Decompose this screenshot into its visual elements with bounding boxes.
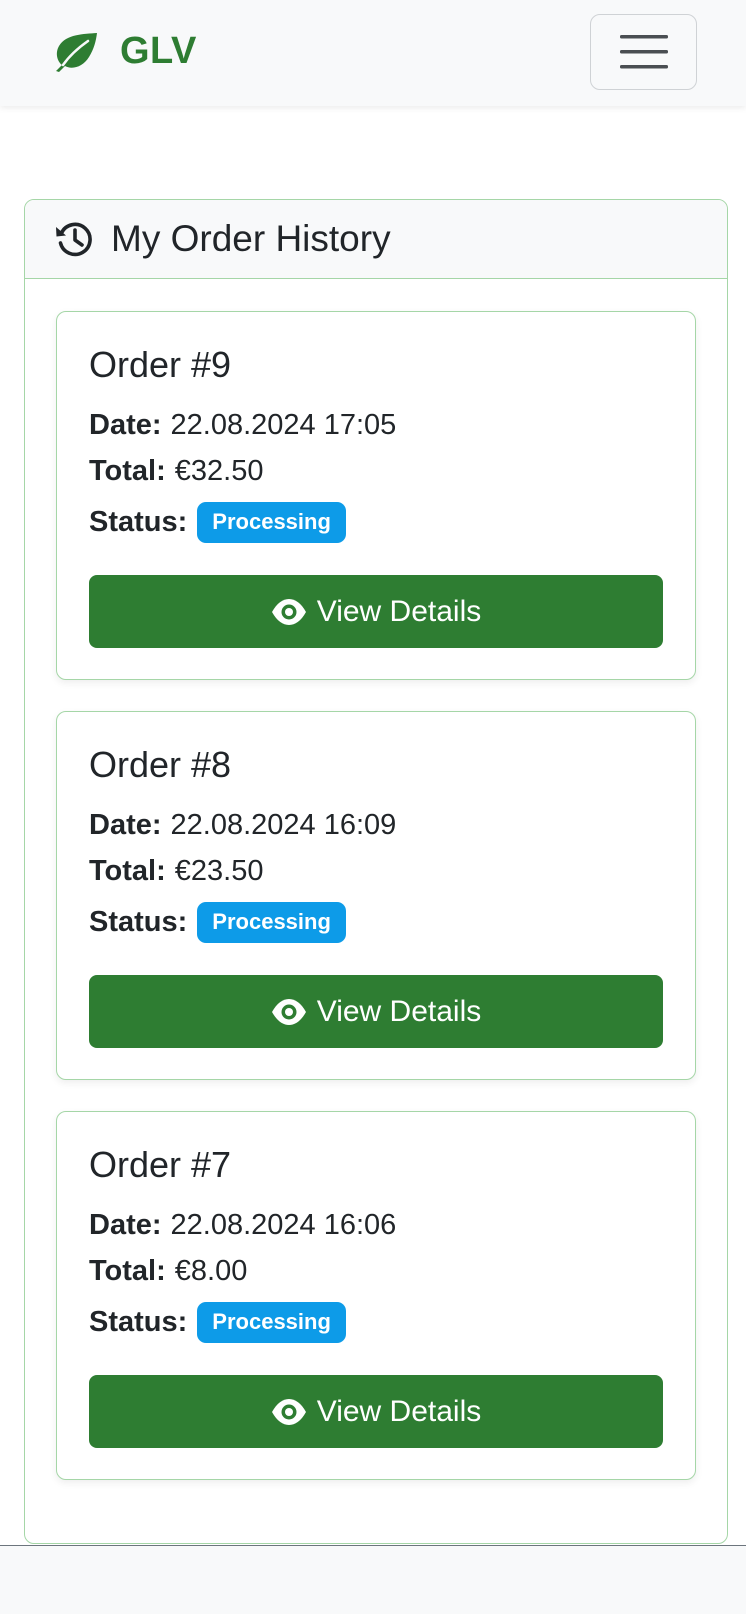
order-date-row: Date: 22.08.2024 16:09 <box>89 809 396 842</box>
status-label: Status: <box>89 906 188 938</box>
order-total: €32.50 <box>174 455 264 487</box>
history-icon <box>56 222 92 257</box>
order-card: Order #9 Date: 22.08.2024 17:05 Total: €… <box>56 311 696 680</box>
order-date: 22.08.2024 16:09 <box>170 809 397 841</box>
date-label: Date: <box>89 1209 162 1241</box>
order-date: 22.08.2024 17:05 <box>170 409 397 441</box>
view-details-button[interactable]: View Details <box>89 575 663 648</box>
view-details-label: View Details <box>316 994 482 1028</box>
status-badge: Processing <box>197 1302 346 1343</box>
eye-icon <box>271 1398 306 1425</box>
date-label: Date: <box>89 809 162 841</box>
navbar-toggler-button[interactable] <box>590 14 697 90</box>
order-total: €23.50 <box>174 855 264 887</box>
total-label: Total: <box>89 1255 166 1287</box>
page-title: My Order History <box>111 218 391 259</box>
order-status-row: Status: Processing <box>89 502 346 543</box>
total-label: Total: <box>89 455 166 487</box>
order-total-row: Total: €8.00 <box>89 1255 247 1288</box>
status-badge: Processing <box>197 502 346 543</box>
hamburger-menu-icon <box>619 35 668 69</box>
status-label: Status: <box>89 1306 188 1338</box>
order-title: Order #7 <box>89 1144 232 1185</box>
order-title: Order #8 <box>89 744 232 785</box>
date-label: Date: <box>89 409 162 441</box>
navbar: GLV <box>0 0 746 106</box>
eye-icon <box>271 998 306 1025</box>
order-date-row: Date: 22.08.2024 16:06 <box>89 1209 396 1242</box>
brand-link[interactable]: GLV <box>54 30 197 73</box>
order-card: Order #7 Date: 22.08.2024 16:06 Total: €… <box>56 1111 696 1480</box>
order-card: Order #8 Date: 22.08.2024 16:09 Total: €… <box>56 711 696 1080</box>
order-total-row: Total: €23.50 <box>89 855 263 888</box>
order-title: Order #9 <box>89 344 232 385</box>
view-details-button[interactable]: View Details <box>89 975 663 1048</box>
footer <box>0 1545 746 1614</box>
order-date-row: Date: 22.08.2024 17:05 <box>89 409 396 442</box>
order-status-row: Status: Processing <box>89 1302 346 1343</box>
order-date: 22.08.2024 16:06 <box>170 1209 397 1241</box>
order-total-row: Total: €32.50 <box>89 455 263 488</box>
eye-icon <box>271 598 306 625</box>
total-label: Total: <box>89 855 166 887</box>
order-status-row: Status: Processing <box>89 902 346 943</box>
leaf-icon <box>56 32 97 72</box>
brand-name: GLV <box>120 30 197 72</box>
status-label: Status: <box>89 506 188 538</box>
status-badge: Processing <box>197 902 346 943</box>
order-history-card: My Order History Order #9 Date: 22.08.20… <box>24 199 728 1544</box>
view-details-label: View Details <box>316 594 482 628</box>
view-details-label: View Details <box>316 1394 482 1428</box>
order-total: €8.00 <box>174 1255 248 1287</box>
order-history-header: My Order History <box>25 200 727 279</box>
view-details-button[interactable]: View Details <box>89 1375 663 1448</box>
